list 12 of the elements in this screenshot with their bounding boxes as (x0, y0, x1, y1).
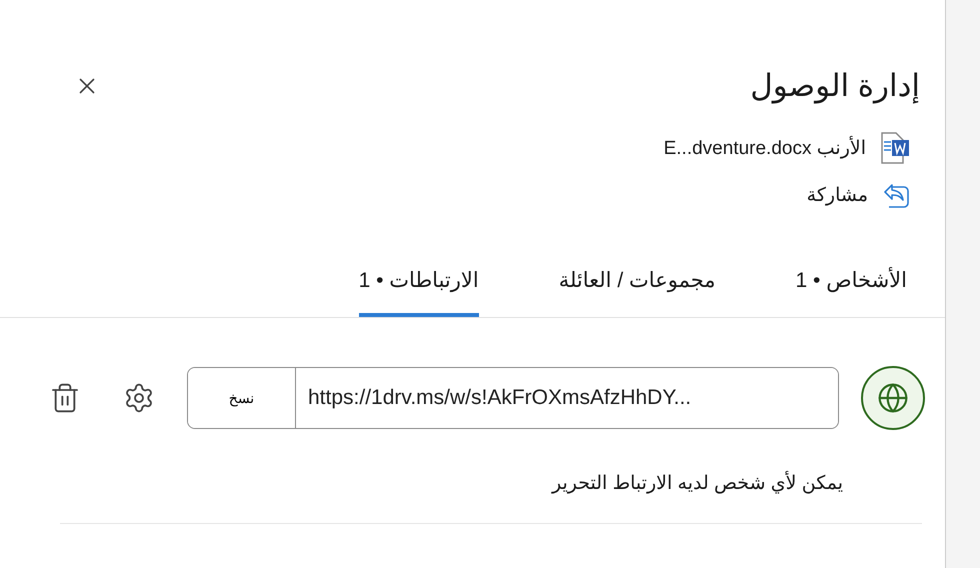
settings-icon[interactable] (123, 382, 155, 414)
trash-icon[interactable] (49, 382, 81, 414)
share-label: مشاركة (806, 184, 868, 206)
file-name: الأرنب E...dventure.docx (664, 136, 866, 160)
copy-button[interactable]: نسخ (188, 368, 296, 428)
tab[interactable]: الأشخاص • 1 (796, 268, 907, 317)
document-icon (880, 132, 910, 164)
link-permission-text: يمكن لأي شخص لديه الارتباط التحرير (0, 472, 843, 495)
share-arrow-icon (882, 182, 910, 208)
dialog-title: إدارة الوصول (750, 68, 920, 104)
tab[interactable]: مجموعات / العائلة (558, 268, 716, 317)
tab[interactable]: الارتباطات • 1 (358, 268, 479, 317)
